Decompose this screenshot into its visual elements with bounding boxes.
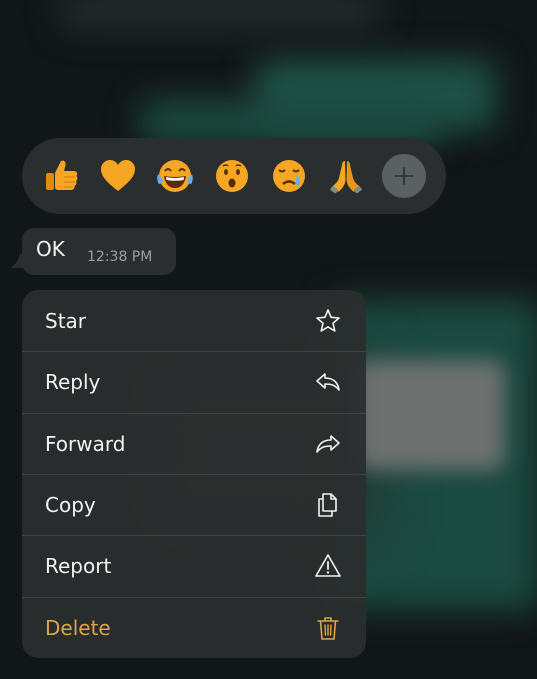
menu-item-label: Copy	[45, 493, 96, 518]
heart-icon	[100, 160, 135, 191]
warning-icon	[314, 552, 342, 580]
more-reactions-button[interactable]	[382, 154, 426, 198]
thumbs-up-icon	[45, 160, 77, 190]
menu-item-report[interactable]: Report	[22, 535, 366, 596]
trash-icon	[314, 614, 342, 642]
heart-emoji[interactable]	[95, 154, 140, 199]
message-bubble[interactable]: OK 12:38 PM	[22, 228, 176, 275]
menu-item-reply[interactable]: Reply	[22, 351, 366, 412]
blurred-image	[355, 360, 505, 470]
menu-item-label: Star	[45, 308, 87, 333]
surprised-face-emoji[interactable]	[209, 154, 254, 199]
forward-icon	[314, 430, 342, 458]
reaction-bar	[22, 138, 446, 214]
menu-item-label: Report	[45, 554, 112, 579]
thumbs-up-emoji[interactable]	[38, 154, 83, 199]
surprised-face-icon	[215, 160, 248, 192]
menu-item-label: Forward	[45, 431, 126, 456]
message-context-menu: Star Reply Forward Copy Report Delete	[22, 290, 366, 658]
menu-item-copy[interactable]: Copy	[22, 473, 366, 535]
menu-item-label: Reply	[45, 370, 101, 395]
message-timestamp: 12:38 PM	[87, 249, 153, 265]
star-icon	[314, 307, 342, 335]
message-text: OK	[36, 237, 65, 261]
reply-icon	[314, 368, 342, 396]
plus-icon	[395, 167, 413, 185]
menu-item-delete[interactable]: Delete	[22, 596, 366, 658]
menu-item-forward[interactable]: Forward	[22, 412, 366, 474]
crying-face-icon	[272, 160, 305, 192]
crying-face-emoji[interactable]	[266, 154, 311, 199]
folded-hands-emoji[interactable]	[323, 154, 368, 199]
blurred-message	[60, 0, 380, 30]
laughing-face-icon	[156, 160, 193, 192]
chat-screen: OK 12:38 PM Star Reply Forward Copy Repo…	[0, 0, 537, 679]
menu-item-label: Delete	[45, 615, 111, 640]
folded-hands-icon	[329, 161, 362, 194]
tears-of-joy-emoji[interactable]	[152, 154, 197, 199]
copy-icon	[314, 491, 342, 519]
menu-item-star[interactable]: Star	[22, 290, 366, 351]
